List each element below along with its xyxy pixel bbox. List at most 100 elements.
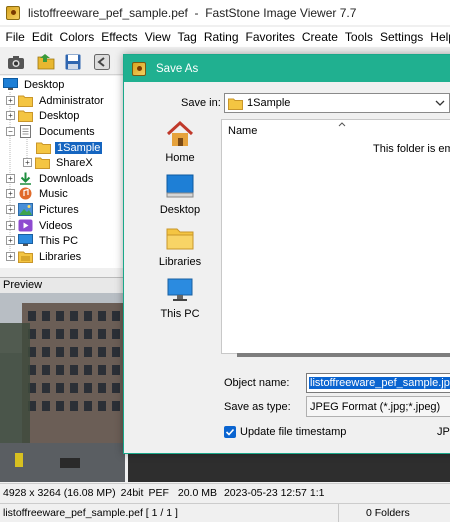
object-name-input[interactable]: listoffreeware_pef_sample.jpg	[306, 373, 450, 393]
column-header-name[interactable]: Name	[228, 125, 257, 137]
open-folder-icon[interactable]	[37, 53, 55, 71]
expand-icon[interactable]: +	[6, 189, 15, 198]
tree-item-administrator[interactable]: + Administrator	[6, 93, 106, 108]
place-home[interactable]: Home	[148, 119, 212, 169]
dialog-titlebar[interactable]: Save As	[124, 55, 450, 82]
expand-icon[interactable]: +	[6, 174, 15, 183]
menu-bar: File Edit Colors Effects View Tag Rating…	[0, 27, 450, 47]
folder-icon	[18, 110, 33, 122]
menu-favorites[interactable]: Favorites	[242, 30, 298, 44]
folder-icon	[228, 98, 243, 110]
image-dimensions: 4928 x 3264 (16.08 MP)	[3, 487, 116, 499]
expand-icon[interactable]: +	[23, 158, 32, 167]
tree-item-sharex[interactable]: + ShareX	[23, 155, 95, 170]
place-this-pc[interactable]: This PC	[148, 275, 212, 325]
dialog-app-icon	[132, 61, 146, 76]
expand-icon[interactable]: +	[6, 221, 15, 230]
tree-item-pictures[interactable]: + Pictures	[6, 202, 81, 217]
tree-item-this-pc[interactable]: + This PC	[6, 233, 80, 248]
save-in-dropdown[interactable]: 1Sample	[224, 93, 450, 113]
menu-tag[interactable]: Tag	[174, 30, 200, 44]
desktop-icon	[166, 174, 194, 198]
menu-colors[interactable]: Colors	[56, 30, 98, 44]
status-filename: listoffreeware_pef_sample.pef [ 1 / 1 ]	[3, 507, 178, 519]
videos-icon	[18, 219, 33, 232]
tree-label: Videos	[39, 219, 73, 232]
music-icon	[19, 187, 32, 200]
object-name-label: Object name:	[224, 377, 290, 389]
folder-icon	[36, 142, 51, 154]
expand-icon[interactable]: +	[6, 96, 15, 105]
save-as-type-value: JPEG Format (*.jpg;*.jpeg)	[310, 401, 441, 413]
save-in-label: Save in:	[181, 97, 221, 109]
place-label: Libraries	[158, 256, 202, 268]
tree-item-libraries[interactable]: + Libraries	[6, 249, 83, 264]
tree-label: Documents	[39, 125, 95, 138]
place-label: This PC	[160, 308, 200, 320]
tree-item-music[interactable]: + Music	[6, 186, 70, 201]
menu-help[interactable]: Help	[427, 30, 450, 44]
update-timestamp-checkbox[interactable]	[224, 426, 236, 438]
tree-item-downloads[interactable]: + Downloads	[6, 171, 95, 186]
menu-view[interactable]: View	[141, 30, 174, 44]
tree-label: This PC	[39, 234, 79, 247]
tree-label: Music	[39, 187, 68, 200]
tree-label: Desktop	[24, 78, 65, 91]
back-icon[interactable]	[93, 53, 111, 71]
menu-settings[interactable]: Settings	[376, 30, 426, 44]
tree-item-desktop-root[interactable]: Desktop	[3, 77, 66, 92]
tree-label: ShareX	[56, 156, 93, 169]
tree-label: Desktop	[39, 109, 80, 122]
expand-icon[interactable]: +	[6, 111, 15, 120]
folder-icon	[18, 95, 33, 107]
tree-label: Pictures	[39, 203, 79, 216]
image-bitdepth: 24bit	[120, 487, 144, 499]
menu-rating[interactable]: Rating	[200, 30, 242, 44]
jpeg-settings-button[interactable]: JPE	[437, 426, 450, 438]
tree-label: Administrator	[39, 94, 104, 107]
save-as-dialog: Save As Save in: 1Sample Home Desktop Li…	[123, 54, 450, 454]
menu-create[interactable]: Create	[298, 30, 341, 44]
horizontal-scrollbar[interactable]	[237, 353, 450, 357]
place-label: Desktop	[159, 204, 201, 216]
documents-icon	[20, 125, 31, 138]
camera-icon[interactable]	[7, 53, 25, 71]
libraries-icon	[18, 251, 33, 263]
menu-effects[interactable]: Effects	[98, 30, 141, 44]
status-divider	[338, 504, 339, 522]
status-bar: listoffreeware_pef_sample.pef [ 1 / 1 ] …	[0, 503, 450, 522]
app-icon	[6, 5, 20, 20]
tree-label: Downloads	[39, 172, 94, 185]
tree-item-1sample[interactable]: 1Sample	[36, 140, 103, 155]
folder-tree: Desktop + Administrator + Desktop − Docu…	[0, 76, 128, 268]
save-icon[interactable]	[64, 53, 82, 71]
place-desktop[interactable]: Desktop	[148, 171, 212, 221]
image-filesize: 20.0 MB	[177, 487, 217, 499]
chevron-down-icon[interactable]	[434, 97, 446, 109]
save-in-value: 1Sample	[247, 97, 291, 109]
zoom-ratio[interactable]: 1:1	[310, 487, 325, 499]
tree-item-videos[interactable]: + Videos	[6, 218, 74, 233]
save-as-type-dropdown[interactable]: JPEG Format (*.jpg;*.jpeg)	[306, 396, 450, 417]
place-label: Home	[165, 152, 195, 164]
libraries-icon	[166, 228, 194, 250]
this-pc-icon	[18, 234, 33, 246]
tree-item-desktop[interactable]: + Desktop	[6, 108, 81, 123]
expand-icon[interactable]: +	[6, 205, 15, 214]
menu-tools[interactable]: Tools	[341, 30, 376, 44]
window-titlebar: listoffreeware_pef_sample.pef - FastSton…	[0, 0, 450, 25]
collapse-icon[interactable]: −	[6, 127, 15, 136]
menu-edit[interactable]: Edit	[28, 30, 56, 44]
this-pc-icon	[167, 278, 193, 301]
place-libraries[interactable]: Libraries	[148, 223, 212, 273]
sort-up-icon	[338, 122, 346, 127]
menu-file[interactable]: File	[2, 30, 28, 44]
expand-icon[interactable]: +	[6, 236, 15, 245]
status-folders: 0 Folders	[366, 507, 410, 519]
expand-icon[interactable]: +	[6, 252, 15, 261]
update-timestamp-label[interactable]: Update file timestamp	[240, 426, 346, 438]
file-list[interactable]: Name This folder is emp	[221, 119, 450, 354]
folder-icon	[35, 157, 50, 169]
tree-item-documents[interactable]: − Documents	[6, 124, 97, 139]
preview-image	[0, 293, 125, 482]
